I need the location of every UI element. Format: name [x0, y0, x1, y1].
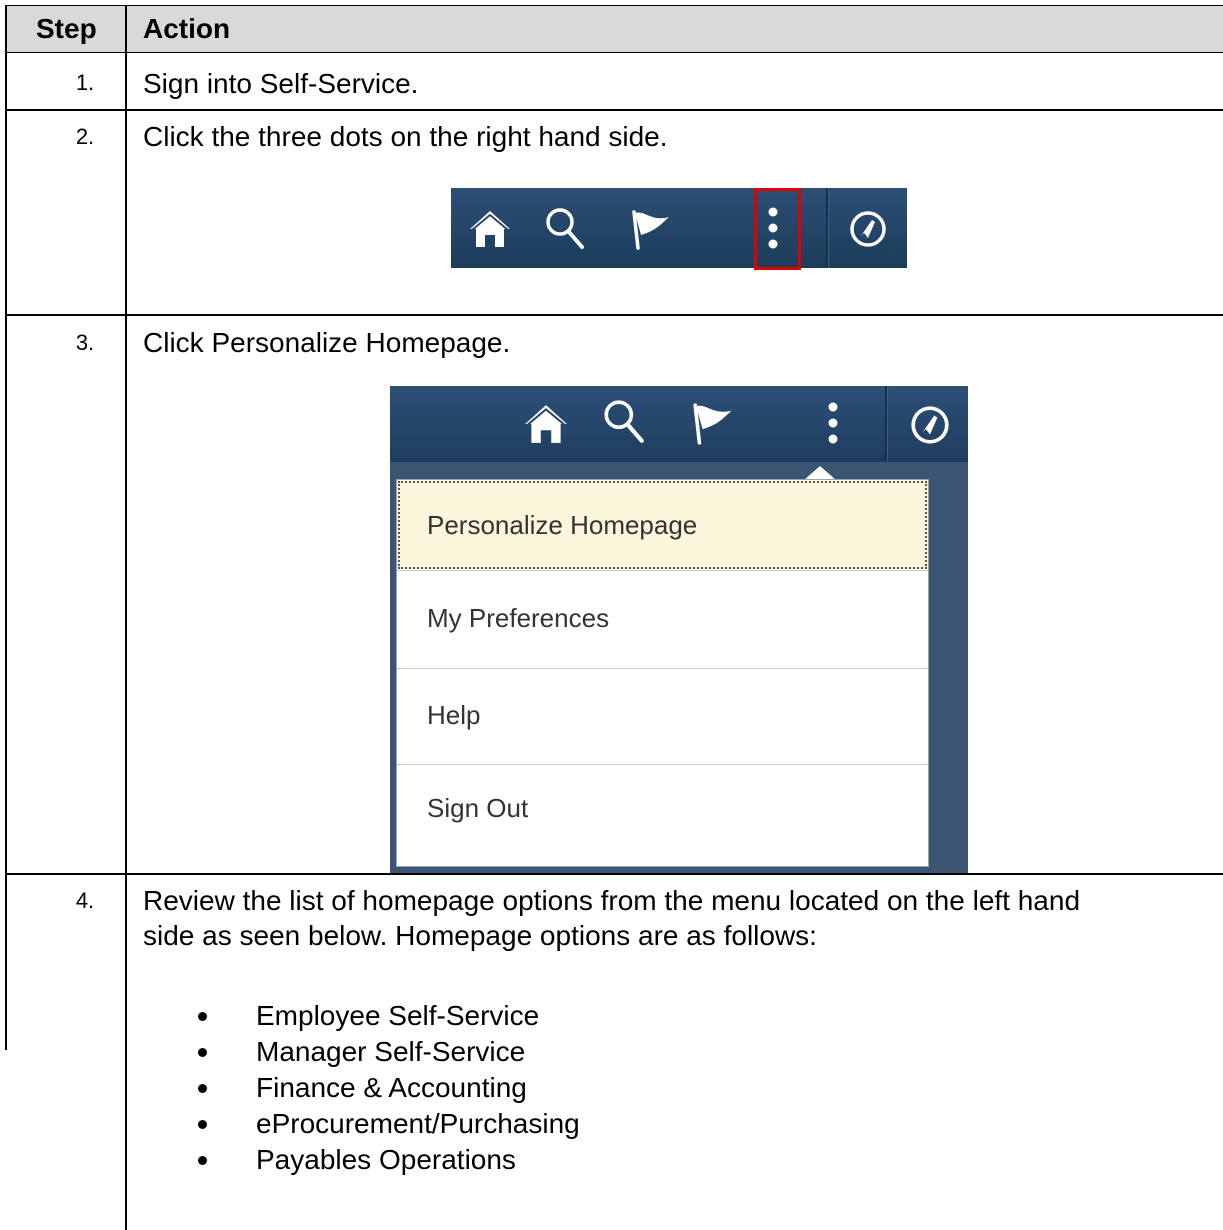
- search-icon: [604, 400, 644, 443]
- flag-icon: [693, 403, 732, 445]
- step-action: Click the three dots on the right hand s…: [143, 121, 668, 152]
- home-icon: [470, 211, 510, 247]
- home-icon: [525, 405, 567, 443]
- actions-menu-icon[interactable]: [826, 398, 840, 448]
- menu-item-label: Personalize Homepage: [427, 510, 698, 540]
- toolbar-separator: [826, 188, 829, 268]
- actions-menu-screenshot: Personalize Homepage My Preferences Help…: [390, 386, 968, 873]
- header-step: Step: [36, 13, 97, 44]
- step-number: 4.: [75, 888, 95, 913]
- navbar: [390, 386, 968, 462]
- table-left-border: [5, 5, 7, 1050]
- list-item: Payables Operations: [160, 1142, 580, 1178]
- list-item: Employee Self-Service: [160, 998, 580, 1034]
- row-divider: [5, 873, 1223, 875]
- menu-item-my-preferences[interactable]: My Preferences: [397, 571, 928, 667]
- step-action: Sign into Self-Service.: [143, 68, 419, 99]
- navbar-compass-icon[interactable]: [848, 209, 888, 249]
- step-action-line: Review the list of homepage options from…: [143, 885, 1081, 916]
- homepage-options-list: Employee Self-Service Manager Self-Servi…: [160, 998, 580, 1178]
- list-item: eProcurement/Purchasing: [160, 1106, 580, 1142]
- list-item: Manager Self-Service: [160, 1034, 580, 1070]
- step-action: Click Personalize Homepage.: [143, 327, 511, 358]
- menu-item-sign-out[interactable]: Sign Out: [397, 765, 928, 865]
- step-number: 2.: [75, 124, 95, 149]
- navbar-toolbar-screenshot: [451, 188, 907, 268]
- step-number: 1.: [75, 70, 95, 95]
- step-number: 3.: [75, 330, 95, 355]
- actions-menu: Personalize Homepage My Preferences Help…: [396, 479, 929, 867]
- menu-item-label: Help: [427, 700, 481, 730]
- step-action-line: side as seen below. Homepage options are…: [143, 920, 817, 951]
- highlight-box: [754, 188, 801, 270]
- menu-item-label: My Preferences: [427, 603, 610, 633]
- list-item: Finance & Accounting: [160, 1070, 580, 1106]
- header-action: Action: [143, 13, 231, 44]
- row-divider: [5, 314, 1223, 316]
- search-icon: [546, 208, 584, 249]
- row-divider: [5, 109, 1223, 111]
- menu-item-label: Sign Out: [427, 793, 529, 823]
- toolbar-separator: [885, 386, 888, 462]
- table-column-divider: [125, 5, 127, 1230]
- flag-icon: [632, 210, 669, 250]
- menu-item-personalize-homepage[interactable]: Personalize Homepage: [397, 480, 928, 570]
- menu-item-help[interactable]: Help: [397, 669, 928, 764]
- navbar-compass-icon[interactable]: [909, 404, 951, 446]
- menu-pointer: [804, 466, 836, 480]
